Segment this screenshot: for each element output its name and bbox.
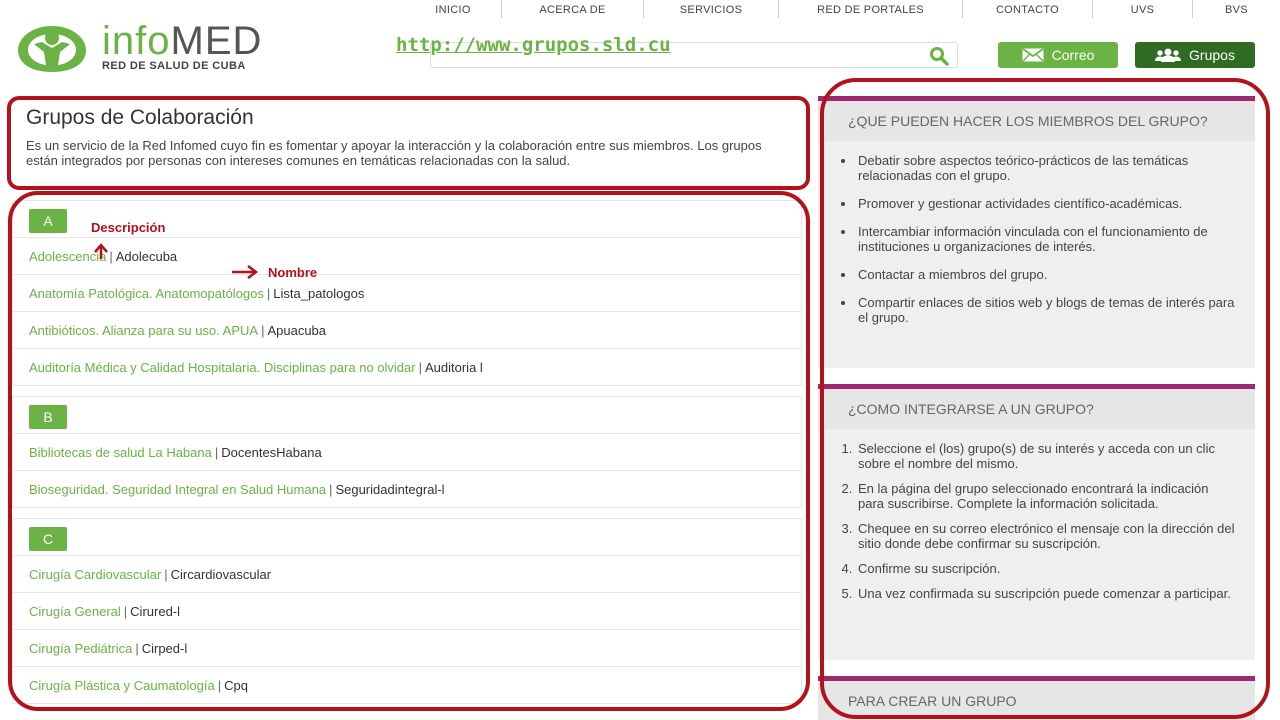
url-link[interactable]: http://www.grupos.sld.cu [396,34,671,56]
list-item: Confirme su suscripción. [856,561,1235,576]
group-description-link[interactable]: Bibliotecas de salud La Habana [29,445,212,460]
group-description-link[interactable]: Anatomía Patológica. Anatomopatólogos [29,286,264,301]
logo-name-prefix: info [102,19,171,63]
list-item: Cirugía Cardiovascular | Circardiovascular [13,555,801,592]
letter-block-c: C Cirugía Cardiovascular | Circardiovascul… [12,518,802,704]
list-item: Anatomía Patológica. Anatomopatólogos | Li… [13,274,801,311]
group-description-link[interactable]: Bioseguridad. Seguridad Integral en Salu… [29,482,326,497]
group-name-link[interactable]: DocentesHabana [221,445,321,460]
correo-button[interactable]: Correo [998,42,1118,68]
list-item: Cirugía General | Cirured-l [13,592,801,629]
sidebar: ¿QUE PUEDEN HACER LOS MIEMBROS DEL GRUPO… [818,96,1255,720]
group-description-link[interactable]: Cirugía Pediátrica [29,641,132,656]
list-item: Bioseguridad. Seguridad Integral en Salu… [13,470,801,507]
list-item: Auditoría Médica y Calidad Hospitalaria.… [13,348,801,385]
group-description-link[interactable]: Antibióticos. Alianza para su uso. APUA [29,323,258,338]
members-card: ¿QUE PUEDEN HACER LOS MIEMBROS DEL GRUPO… [818,96,1255,368]
join-card-title: ¿COMO INTEGRARSE A UN GRUPO? [818,389,1255,429]
grupos-button-label: Grupos [1189,47,1235,63]
group-list: A Adolescencia | Adolecuba Anatomía Patoló… [12,200,802,720]
list-item: Bibliotecas de salud La Habana | DocentesH… [13,433,801,470]
list-item: Cirugía Pediátrica | Cirped-l [13,629,801,666]
group-name-link[interactable]: Circardiovascular [171,567,271,582]
annotation-name-label: Nombre [268,265,318,280]
top-nav: INICIO ACERCA DE SERVICIOS RED DE PORTAL… [405,0,1280,18]
group-name-link[interactable]: Apuacuba [267,323,326,338]
letter-badge[interactable]: C [29,527,67,551]
create-card-title: PARA CREAR UN GRUPO [818,681,1255,720]
members-card-title: ¿QUE PUEDEN HACER LOS MIEMBROS DEL GRUPO… [818,101,1255,141]
infomed-logo[interactable]: infoMED RED DE SALUD DE CUBA [14,19,263,74]
nav-servicios[interactable]: SERVICIOS [644,0,779,18]
intro-panel: Grupos de Colaboración Es un servicio de… [12,100,807,188]
list-item: Antibióticos. Alianza para su uso. APUA |… [13,311,801,348]
list-item: Promover y gestionar actividades científ… [856,196,1235,211]
group-icon [1155,48,1182,62]
group-description-link[interactable]: Cirugía Cardiovascular [29,567,161,582]
group-name-link[interactable]: Cirped-l [142,641,188,656]
search-icon[interactable] [929,46,949,66]
group-name-link[interactable]: Cirured-l [130,604,180,619]
annotation-description-label: Descripción [91,220,166,235]
list-item: Chequee en su correo electrónico el mens… [856,521,1235,551]
correo-button-label: Correo [1051,47,1095,63]
intro-text: Es un servicio de la Red Infomed cuyo fi… [26,138,762,168]
grupos-button[interactable]: Grupos [1135,42,1255,68]
group-description-link[interactable]: Cirugía General [29,604,121,619]
list-item: Debatir sobre aspectos teórico-prácticos… [856,153,1235,183]
list-item: Cirugía Plástica y Caumatología | Cpq [13,666,801,703]
infomed-logo-icon [18,26,86,72]
create-card: PARA CREAR UN GRUPO [818,676,1255,720]
page-title: Grupos de Colaboración [26,106,254,129]
list-item: En la página del grupo seleccionado enco… [856,481,1235,511]
nav-contacto[interactable]: CONTACTO [963,0,1093,18]
logo-name-suffix: MED [170,19,263,63]
letter-badge[interactable]: A [29,209,67,233]
list-item: Una vez confirmada su suscripción puede … [856,586,1235,601]
group-name-link[interactable]: Auditoria l [425,360,483,375]
nav-uvs[interactable]: UVS [1093,0,1193,18]
list-item: Adolescencia | Adolecuba [13,237,801,274]
nav-bvs[interactable]: BVS [1193,0,1280,18]
letter-block-b: B Bibliotecas de salud La Habana | Docente… [12,396,802,508]
nav-acerca-de[interactable]: ACERCA DE [502,0,644,18]
list-item: Seleccione el (los) grupo(s) de su inter… [856,441,1235,471]
logo-subtitle: RED DE SALUD DE CUBA [102,60,246,72]
group-name-link[interactable]: Cpq [224,678,248,693]
group-name-link[interactable]: Lista_patologos [273,286,364,301]
list-item: Compartir enlaces de sitios web y blogs … [856,295,1235,325]
group-name-link[interactable]: Adolecuba [116,249,177,264]
letter-badge[interactable]: B [29,405,67,429]
nav-red-de-portales[interactable]: RED DE PORTALES [779,0,963,18]
nav-inicio[interactable]: INICIO [405,0,502,18]
list-item: Contactar a miembros del grupo. [856,267,1235,282]
group-description-link[interactable]: Adolescencia [29,249,106,264]
group-description-link[interactable]: Cirugía Plástica y Caumatología [29,678,215,693]
group-description-link[interactable]: Auditoría Médica y Calidad Hospitalaria.… [29,360,416,375]
group-name-link[interactable]: Seguridadintegral-l [335,482,444,497]
join-card: ¿COMO INTEGRARSE A UN GRUPO? Seleccione … [818,384,1255,660]
list-item: Intercambiar información vinculada con e… [856,224,1235,254]
mail-icon [1022,48,1044,62]
